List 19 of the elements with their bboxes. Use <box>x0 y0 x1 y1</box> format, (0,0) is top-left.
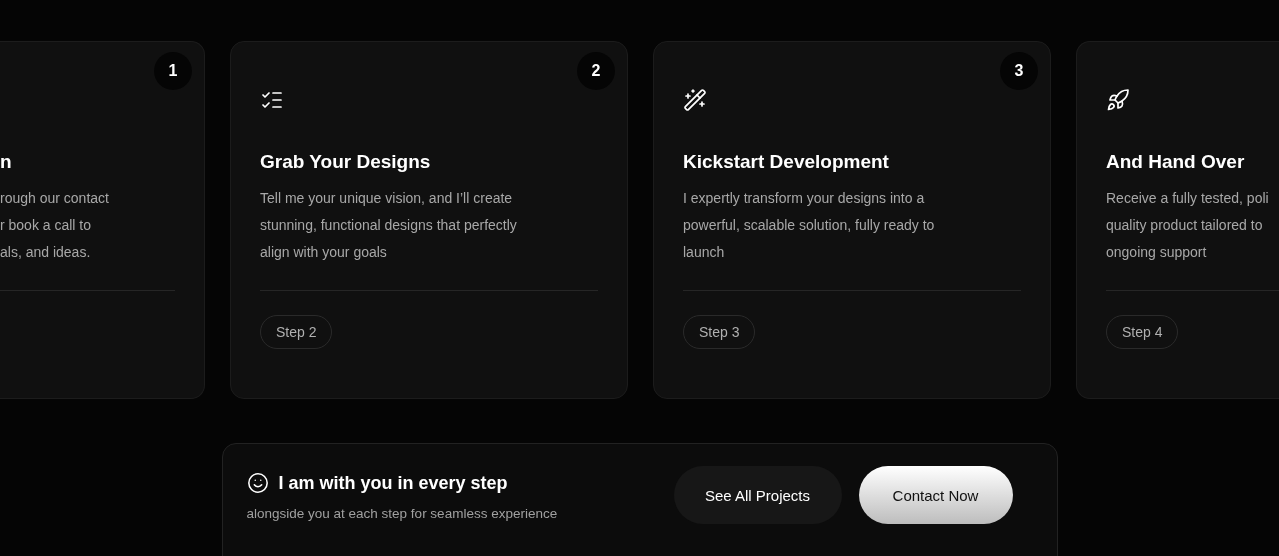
step-number: 3 <box>1000 52 1038 90</box>
rocket-icon <box>1106 88 1130 112</box>
step-number: 2 <box>577 52 615 90</box>
banner-subtext: alongside you at each step for seamless experience <box>246 506 558 521</box>
step-number: 1 <box>154 52 192 90</box>
smiley-icon <box>246 472 269 494</box>
card-title: n <box>0 150 13 174</box>
card-description: rough our contact r book a call to als, and ideas. <box>0 189 110 262</box>
contact-button[interactable]: Contact Now <box>858 466 1013 524</box>
card-title: Grab Your Designs <box>260 150 432 174</box>
banner-heading: I am with you in every step <box>278 472 508 494</box>
card-title: Kickstart Development <box>683 150 890 174</box>
projects-button[interactable]: See All Projects <box>673 466 842 524</box>
card-title: And Hand Over <box>1106 150 1246 174</box>
card-description: I expertly transform your designs into a powerful, scalable solution, fully ready to launch <box>683 189 936 262</box>
step-label: Step 2 <box>260 315 333 349</box>
magic-wand-icon <box>683 88 707 112</box>
card-description: Tell me your unique vision, and I’ll create stunning, functional designs that perfectly align with your goals <box>260 189 518 262</box>
card-description: Receive a fully tested, poli quality product tailored to ongoing support <box>1106 189 1270 262</box>
